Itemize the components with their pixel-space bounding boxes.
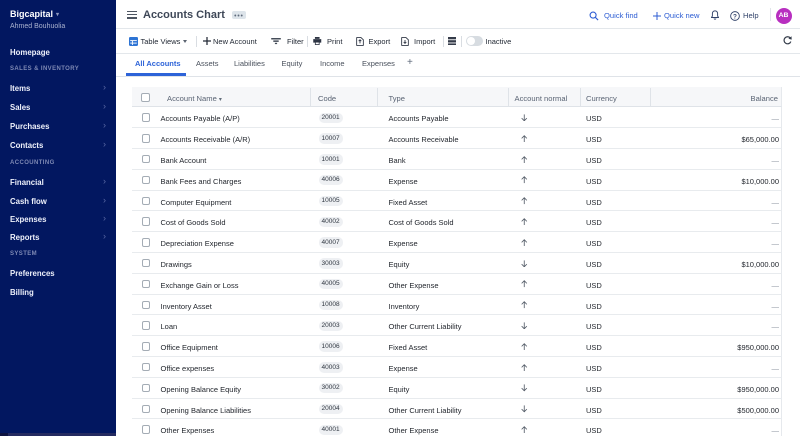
svg-text:?: ? xyxy=(733,13,737,20)
